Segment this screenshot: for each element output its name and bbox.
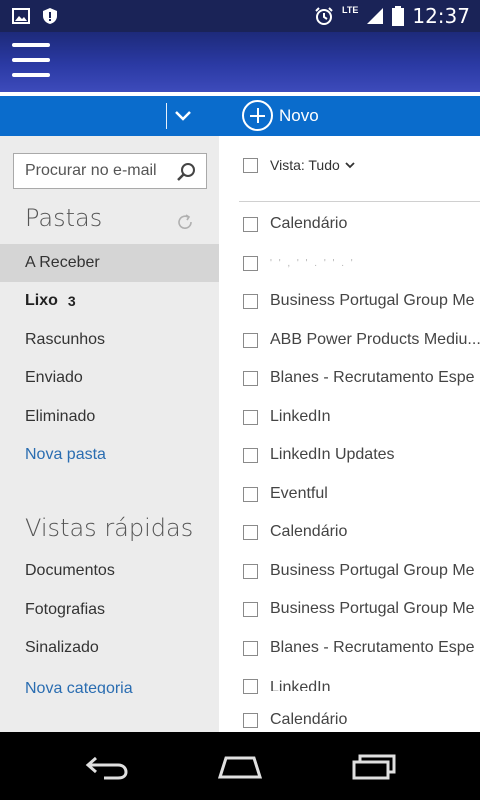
select-all-checkbox[interactable]	[243, 157, 258, 173]
folder-label: Lixo	[25, 292, 58, 309]
chevron-down-icon	[175, 111, 191, 121]
message-row[interactable]: LinkedIn Updates	[243, 436, 480, 474]
message-row[interactable]: LinkedIn	[243, 398, 480, 436]
message-sender: Blanes - Recrutamento Espe	[270, 369, 475, 386]
message-checkbox[interactable]	[243, 447, 258, 463]
image-icon	[12, 8, 30, 24]
quick-view-label: Sinalizado	[25, 639, 99, 656]
home-icon[interactable]	[216, 750, 264, 782]
folder-label: Rascunhos	[25, 331, 106, 348]
search-box[interactable]	[13, 153, 207, 189]
message-checkbox[interactable]	[243, 216, 258, 232]
search-input[interactable]	[25, 162, 175, 180]
clock: 12:37	[412, 4, 470, 28]
new-message-button[interactable]: Novo	[242, 100, 319, 131]
message-row[interactable]: LinkedIn	[243, 667, 480, 705]
message-checkbox[interactable]	[243, 409, 258, 425]
folders-title: Pastas	[25, 204, 103, 232]
toolbar: Novo	[0, 96, 480, 136]
quick-view-label: Documentos	[25, 562, 115, 579]
message-row[interactable]: Business Portugal Group Me	[243, 590, 480, 628]
account-dropdown[interactable]	[172, 104, 194, 128]
folder-inbox[interactable]: A Receber	[0, 244, 219, 282]
quick-view-documents[interactable]: Documentos	[0, 552, 219, 590]
recents-icon[interactable]	[350, 750, 398, 782]
folder-sent[interactable]: Enviado	[0, 359, 219, 397]
message-sender: LinkedIn	[270, 679, 331, 691]
chevron-down-icon	[345, 162, 355, 169]
message-sender: ABB Power Products Mediu...	[270, 331, 480, 348]
status-bar: LTE 12:37	[0, 0, 480, 32]
quick-view-photos[interactable]: Fotografias	[0, 591, 219, 629]
hamburger-icon[interactable]	[12, 41, 52, 81]
unread-count: 3	[67, 293, 76, 309]
refresh-icon[interactable]	[176, 213, 194, 231]
message-checkbox[interactable]	[243, 370, 258, 386]
folder-label: Enviado	[25, 369, 83, 386]
plus-circle-icon	[242, 100, 273, 131]
message-row[interactable]: Eventful	[243, 475, 480, 513]
quick-view-label: Fotografias	[25, 601, 106, 618]
message-checkbox[interactable]	[243, 563, 258, 579]
new-folder-label: Nova pasta	[25, 446, 106, 463]
message-row[interactable]: ABB Power Products Mediu...	[243, 321, 480, 359]
toolbar-divider	[166, 103, 167, 129]
folder-drafts[interactable]: Rascunhos	[0, 321, 219, 359]
message-sender: Business Portugal Group Me	[270, 600, 475, 617]
battery-icon	[392, 6, 405, 26]
sidebar: Pastas A Receber Lixo 3 Rascunhos Enviad…	[0, 136, 219, 732]
message-list: Vista: Tudo Calendário ' ' , ' ' . ' ' .…	[219, 136, 480, 732]
network-type: LTE	[342, 5, 359, 15]
new-message-label: Novo	[279, 105, 319, 125]
message-sender: Blanes - Recrutamento Espe	[270, 639, 475, 656]
message-checkbox[interactable]	[243, 486, 258, 502]
message-checkbox[interactable]	[243, 712, 258, 728]
message-checkbox[interactable]	[243, 332, 258, 348]
app-header	[0, 32, 480, 92]
message-row[interactable]: ' ' , ' ' . ' ' . '	[243, 244, 480, 282]
folder-deleted[interactable]: Eliminado	[0, 398, 219, 436]
quick-view-flagged[interactable]: Sinalizado	[0, 629, 219, 667]
message-checkbox[interactable]	[243, 524, 258, 540]
message-sender: Business Portugal Group Me	[270, 292, 475, 309]
message-checkbox[interactable]	[243, 601, 258, 617]
message-checkbox[interactable]	[243, 293, 258, 309]
message-row[interactable]: Blanes - Recrutamento Espe	[243, 629, 480, 667]
message-row[interactable]: Blanes - Recrutamento Espe	[243, 359, 480, 397]
back-icon[interactable]	[82, 750, 130, 782]
message-sender: LinkedIn	[270, 408, 331, 425]
message-checkbox[interactable]	[243, 255, 258, 271]
message-sender: Business Portugal Group Me	[270, 562, 475, 579]
folder-label: A Receber	[25, 254, 100, 271]
view-filter-label: Vista: Tudo	[270, 157, 340, 173]
message-sender: Calendário	[270, 523, 348, 540]
message-row[interactable]: Business Portugal Group Me	[243, 552, 480, 590]
new-category-link[interactable]: Nova categoria	[0, 668, 219, 706]
new-category-label: Nova categoria	[25, 680, 133, 694]
divider	[239, 201, 480, 202]
new-folder-link[interactable]: Nova pasta	[0, 436, 219, 474]
folder-label: Eliminado	[25, 408, 96, 425]
message-sender: ' ' , ' ' . ' ' . '	[270, 257, 355, 269]
message-row[interactable]: Calendário	[243, 513, 480, 551]
message-sender: LinkedIn Updates	[270, 446, 395, 463]
message-checkbox[interactable]	[243, 679, 258, 694]
message-row[interactable]: Calendário	[243, 205, 480, 243]
folder-junk[interactable]: Lixo 3	[0, 282, 219, 320]
message-row[interactable]: Calendário	[243, 701, 480, 732]
signal-icon	[367, 8, 384, 24]
view-filter[interactable]: Vista: Tudo	[243, 157, 356, 173]
alarm-icon	[315, 7, 333, 25]
message-checkbox[interactable]	[243, 640, 258, 656]
android-nav-bar	[0, 732, 480, 800]
message-sender: Calendário	[270, 215, 348, 232]
search-icon[interactable]	[176, 162, 196, 182]
shield-icon	[43, 8, 57, 24]
message-row[interactable]: Business Portugal Group Me	[243, 282, 480, 320]
message-sender: Eventful	[270, 485, 328, 502]
quick-views-title: Vistas rápidas	[25, 514, 194, 542]
message-sender: Calendário	[270, 711, 348, 728]
